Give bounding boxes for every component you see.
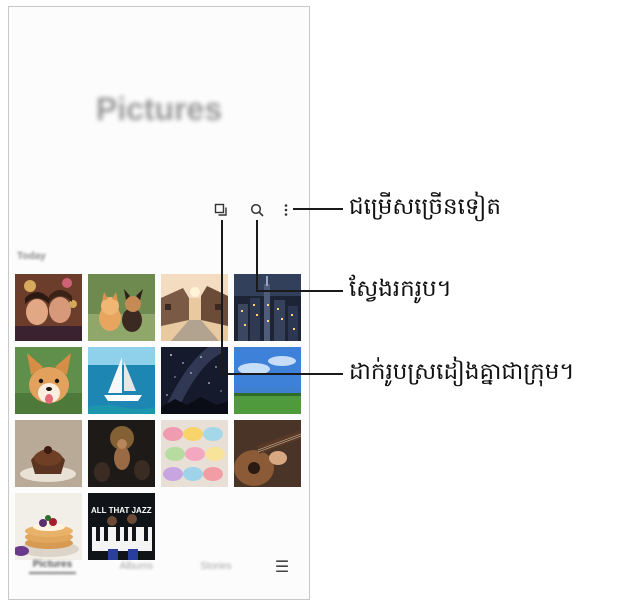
callout-group: ដាក់រូបស្រដៀងគ្នាជាក្រុម។ [349, 359, 575, 385]
callout-search: ស្វែងរករូប។ [349, 276, 452, 302]
leader-group [221, 220, 343, 375]
leader-search [256, 220, 343, 292]
callout-more-options: ជម្រើសច្រើនទៀត [349, 194, 501, 220]
callout-leader-lines [221, 208, 343, 375]
